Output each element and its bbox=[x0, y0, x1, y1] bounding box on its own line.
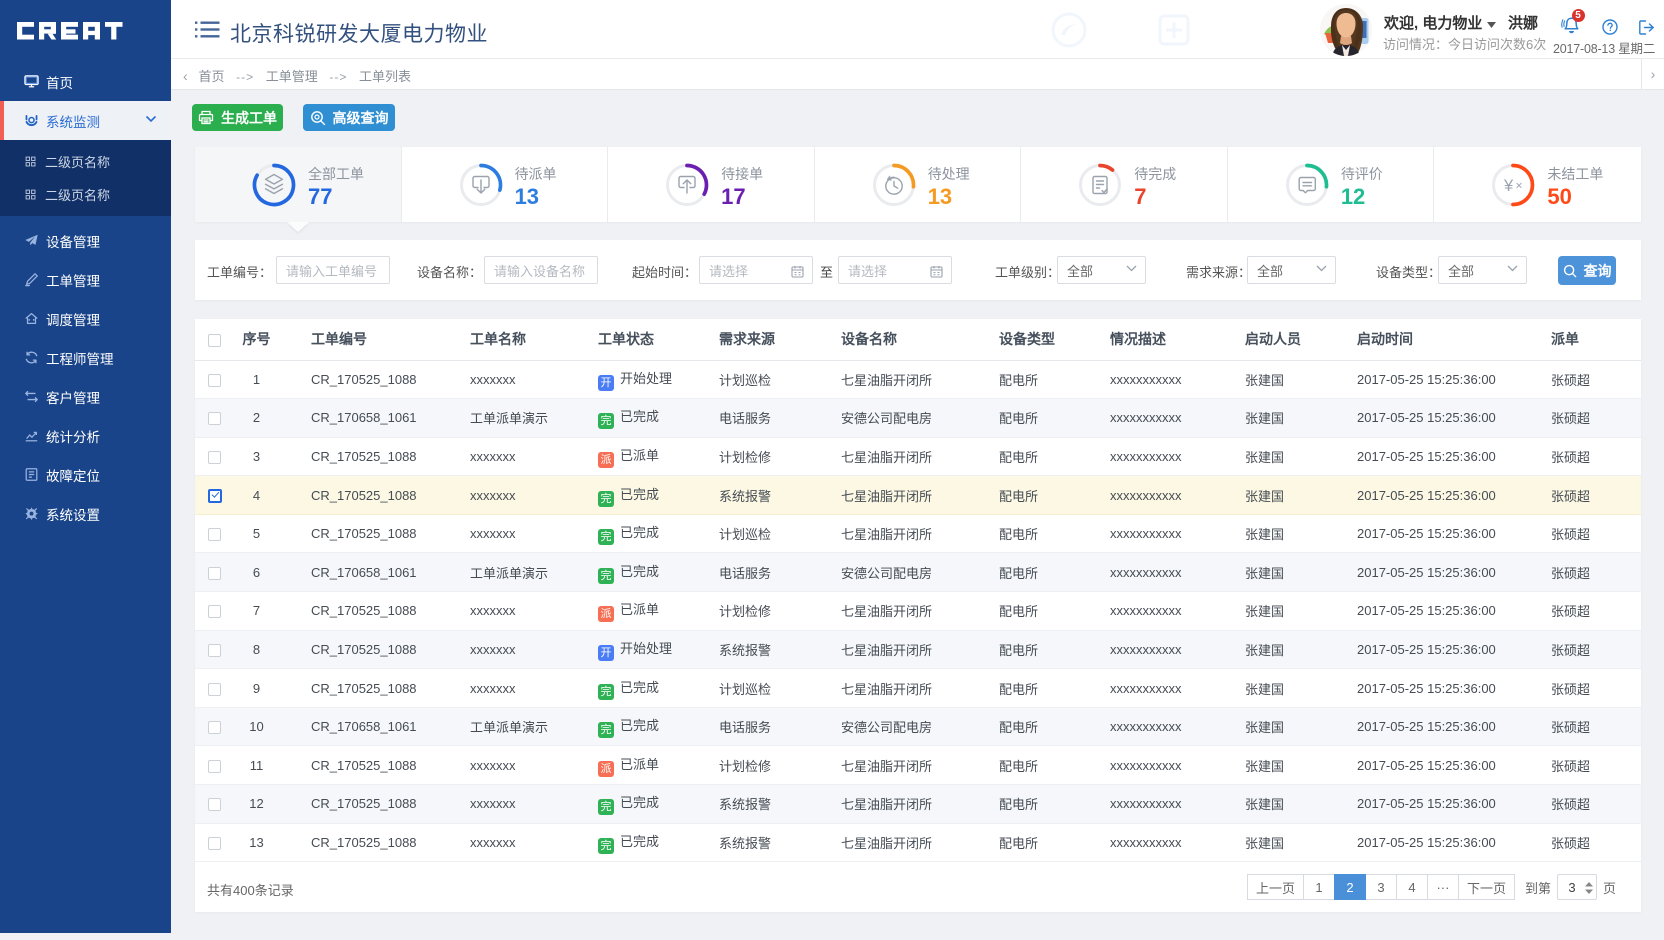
svg-text:¥: ¥ bbox=[1503, 177, 1514, 195]
svg-text:×: × bbox=[1516, 179, 1523, 193]
